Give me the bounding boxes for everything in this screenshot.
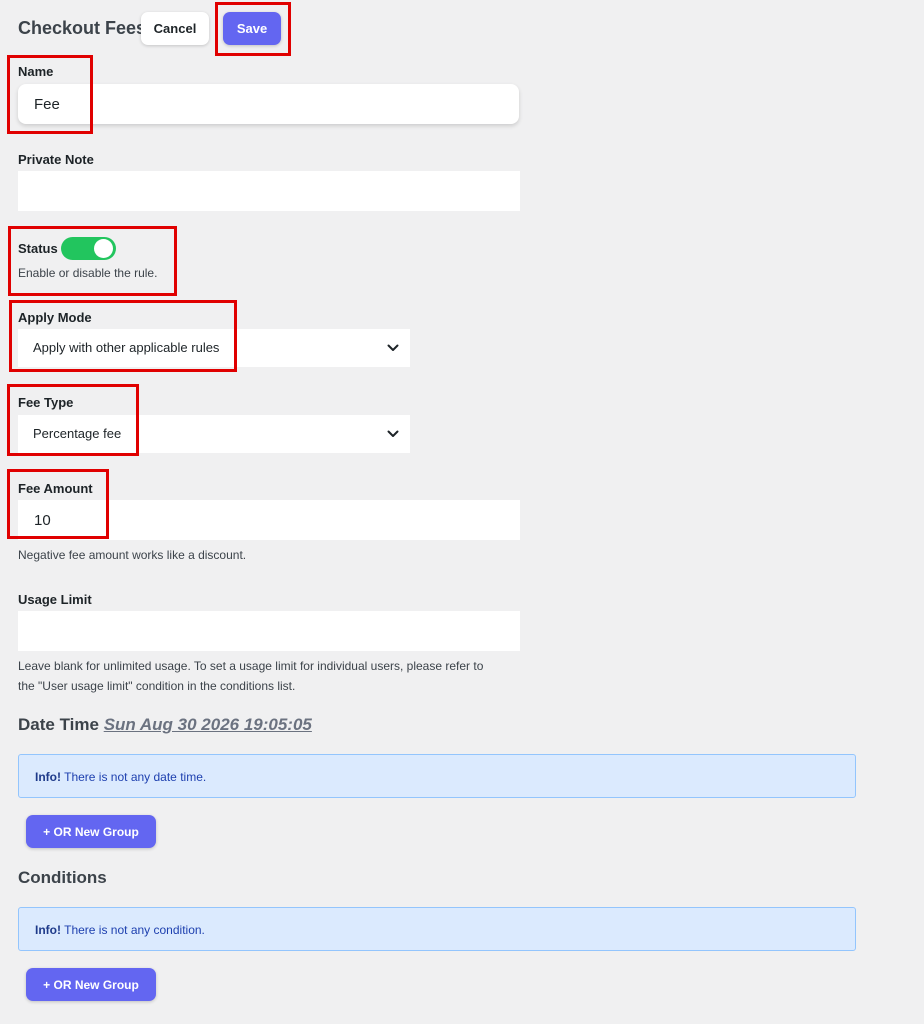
private-note-input[interactable] bbox=[18, 171, 520, 211]
date-time-heading-text: Date Time bbox=[18, 715, 99, 734]
status-toggle[interactable] bbox=[61, 237, 116, 260]
fee-type-value: Percentage fee bbox=[33, 426, 122, 441]
toggle-knob bbox=[94, 239, 113, 258]
apply-mode-select[interactable]: Apply with other applicable rules bbox=[18, 329, 410, 367]
info-bold: Info! bbox=[35, 923, 61, 937]
name-label: Name bbox=[18, 64, 54, 79]
date-time-heading: Date Time Sun Aug 30 2026 19:05:05 bbox=[18, 715, 312, 735]
conditions-add-group-button[interactable]: + OR New Group bbox=[26, 968, 156, 1001]
fee-amount-input[interactable] bbox=[18, 500, 520, 540]
usage-limit-input[interactable] bbox=[18, 611, 520, 651]
conditions-heading: Conditions bbox=[18, 868, 107, 887]
chevron-down-icon bbox=[387, 430, 399, 437]
usage-limit-label: Usage Limit bbox=[18, 592, 92, 607]
status-label: Status bbox=[18, 241, 58, 256]
fee-type-select[interactable]: Percentage fee bbox=[18, 415, 410, 453]
save-button[interactable]: Save bbox=[223, 12, 281, 45]
name-input[interactable] bbox=[18, 84, 519, 124]
page-title: Checkout Fees bbox=[18, 18, 147, 38]
info-message: There is not any date time. bbox=[64, 770, 207, 784]
usage-limit-help-line1: Leave blank for unlimited usage. To set … bbox=[18, 659, 484, 673]
conditions-info-box: Info! There is not any condition. bbox=[18, 907, 856, 951]
info-message: There is not any condition. bbox=[64, 923, 205, 937]
chevron-down-icon bbox=[387, 344, 399, 351]
cancel-button[interactable]: Cancel bbox=[141, 12, 209, 45]
fee-type-label: Fee Type bbox=[18, 395, 74, 410]
apply-mode-label: Apply Mode bbox=[18, 310, 92, 325]
apply-mode-value: Apply with other applicable rules bbox=[33, 340, 220, 355]
date-time-value[interactable]: Sun Aug 30 2026 19:05:05 bbox=[104, 715, 312, 734]
date-time-add-group-button[interactable]: + OR New Group bbox=[26, 815, 156, 848]
info-bold: Info! bbox=[35, 770, 61, 784]
private-note-label: Private Note bbox=[18, 152, 94, 167]
fee-amount-label: Fee Amount bbox=[18, 481, 93, 496]
status-help: Enable or disable the rule. bbox=[18, 266, 158, 280]
date-time-info-text: Info! There is not any date time. bbox=[35, 770, 206, 784]
date-time-info-box: Info! There is not any date time. bbox=[18, 754, 856, 798]
fee-amount-help: Negative fee amount works like a discoun… bbox=[18, 548, 247, 562]
usage-limit-help-line2: the "User usage limit" condition in the … bbox=[18, 679, 296, 693]
conditions-info-text: Info! There is not any condition. bbox=[35, 923, 205, 937]
